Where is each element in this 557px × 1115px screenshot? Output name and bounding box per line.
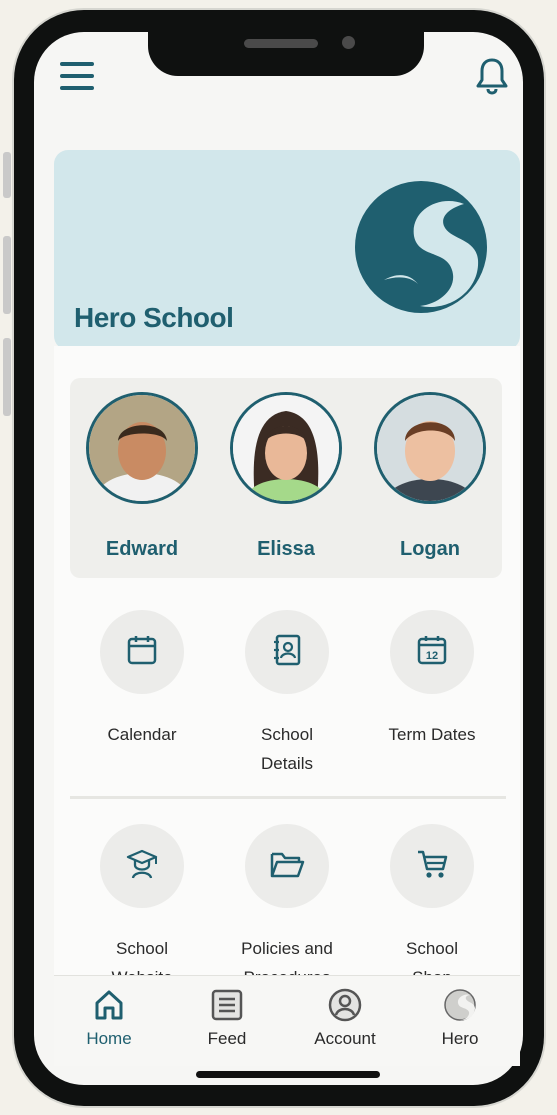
school-logo	[354, 180, 488, 314]
bell-icon[interactable]	[474, 56, 510, 96]
tab-account[interactable]: Account	[305, 988, 385, 1049]
tab-label: Feed	[207, 1029, 247, 1048]
children-card: Edward Elissa Logan	[70, 378, 502, 578]
bottom-tab-bar: Home Feed Account Hero	[54, 975, 520, 1066]
child-name: Edward	[105, 538, 179, 560]
avatar	[86, 392, 198, 504]
tile-school-shop[interactable]: School Shop	[367, 824, 497, 992]
home-indicator	[196, 1071, 380, 1078]
tile-policies-procedures[interactable]: Policies and Procedures	[222, 824, 352, 992]
tab-feed[interactable]: Feed	[187, 988, 267, 1049]
tab-home[interactable]: Home	[69, 988, 149, 1049]
tile-label: Term Dates	[388, 725, 476, 744]
avatar	[374, 392, 486, 504]
graduate-icon	[125, 847, 159, 886]
tile-label: School Details	[261, 725, 313, 773]
account-icon	[327, 988, 363, 1026]
phone-notch	[148, 22, 424, 76]
school-header: Hero School	[54, 150, 520, 350]
camera	[342, 36, 355, 49]
tile-icon-circle: 12	[390, 610, 474, 694]
tile-school-details[interactable]: School Details	[222, 610, 352, 778]
hero-logo-icon	[442, 989, 478, 1026]
tile-icon-circle	[100, 824, 184, 908]
school-name: Hero School	[74, 302, 234, 333]
child-logan[interactable]: Logan	[372, 392, 488, 561]
menu-icon[interactable]	[60, 62, 94, 90]
child-name: Elissa	[257, 538, 315, 560]
phone-volume-down-button	[3, 338, 11, 416]
avatar	[230, 392, 342, 504]
tile-icon-circle	[245, 610, 329, 694]
phone-volume-up-button	[3, 236, 11, 314]
tile-label: Calendar	[107, 725, 177, 744]
phone-side-button	[3, 152, 11, 198]
cart-icon	[415, 847, 449, 886]
tab-hero[interactable]: Hero	[420, 988, 500, 1049]
child-elissa[interactable]: Elissa	[228, 392, 344, 561]
section-divider	[70, 796, 506, 799]
feed-icon	[209, 989, 245, 1026]
tile-school-website[interactable]: School Website	[77, 824, 207, 992]
contact-book-icon	[270, 633, 304, 672]
calendar-12-icon: 12	[415, 633, 449, 672]
home-icon	[91, 990, 127, 1026]
tile-icon-circle	[390, 824, 474, 908]
child-name: Logan	[400, 538, 460, 560]
speaker	[244, 39, 318, 48]
folder-icon	[269, 848, 305, 885]
tile-icon-circle	[100, 610, 184, 694]
tile-icon-circle	[245, 824, 329, 908]
tab-label: Home	[86, 1029, 132, 1048]
calendar-icon	[125, 633, 159, 672]
tile-calendar[interactable]: Calendar	[77, 610, 207, 749]
child-edward[interactable]: Edward	[84, 392, 200, 561]
tab-label: Hero	[441, 1029, 479, 1048]
tile-term-dates[interactable]: 12 Term Dates	[367, 610, 497, 749]
svg-text:12: 12	[426, 650, 438, 662]
tab-label: Account	[314, 1029, 376, 1048]
home-content: Edward Elissa Logan Calendar School Deta…	[54, 346, 520, 987]
